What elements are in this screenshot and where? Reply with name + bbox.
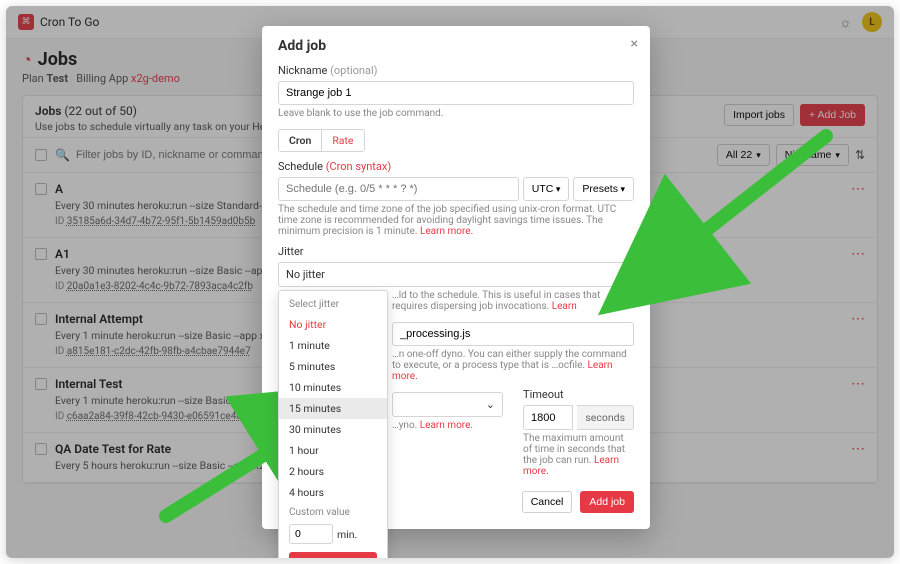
cancel-button[interactable]: Cancel [522,491,573,513]
tab-cron[interactable]: Cron [279,130,321,151]
tab-rate[interactable]: Rate [321,130,363,151]
nickname-input[interactable] [278,81,634,105]
schedule-label: Schedule (Cron syntax) [278,160,634,173]
nickname-label: Nickname (optional) [278,64,634,77]
learn-more-link[interactable]: Learn more. [420,420,473,431]
timeout-unit: seconds [577,405,634,430]
jitter-option[interactable]: No jitter [279,314,387,335]
modal-title: Add job [278,38,634,54]
schedule-input[interactable] [278,177,519,201]
close-icon[interactable]: × [631,36,638,52]
jitter-option[interactable]: 5 minutes [279,356,387,377]
nickname-hint: Leave blank to use the job command. [278,108,634,119]
jitter-dropdown-header: Select jitter [279,297,387,314]
learn-more-link[interactable]: Learn more. [420,226,473,237]
presets-button[interactable]: Presets [573,177,634,201]
jitter-option[interactable]: 2 hours [279,461,387,482]
submit-add-job-button[interactable]: Add job [580,491,634,513]
cron-syntax-link[interactable]: (Cron syntax) [326,160,391,173]
timeout-input[interactable] [523,405,573,430]
jitter-apply-button[interactable]: Apply [289,552,377,558]
learn-more-link[interactable]: Learn [552,301,577,312]
jitter-select[interactable]: No jitter⌄ [278,262,634,287]
jitter-custom-label: Custom value [279,503,387,522]
schedule-hint: The schedule and time zone of the job sp… [278,204,634,237]
jitter-option[interactable]: 4 hours [279,482,387,503]
timeout-hint: The maximum amount of time in seconds th… [523,433,634,477]
jitter-custom-input[interactable] [289,524,333,544]
jitter-label: Jitter [278,245,634,258]
add-job-modal: × Add job Nickname (optional) Leave blan… [262,26,650,529]
timeout-label: Timeout [523,388,634,401]
schedule-type-tabs: Cron Rate [278,129,365,152]
jitter-option[interactable]: 1 minute [279,335,387,356]
jitter-option[interactable]: 15 minutes [279,398,387,419]
jitter-option[interactable]: 1 hour [279,440,387,461]
dyno-hint: …yno. Learn more. [392,420,503,431]
chevron-down-icon: ⌄ [486,398,495,411]
jitter-option[interactable]: 10 minutes [279,377,387,398]
jitter-option[interactable]: 30 minutes [279,419,387,440]
timezone-button[interactable]: UTC [523,177,570,201]
command-input[interactable] [392,322,634,346]
jitter-custom-unit: min. [337,528,357,541]
jitter-hint: …ld to the schedule. This is useful in c… [392,290,634,312]
jitter-dropdown: Select jitter No jitter1 minute5 minutes… [278,290,388,558]
dyno-select[interactable]: ⌄ [392,392,503,417]
chevron-down-icon: ⌄ [617,268,626,281]
command-hint: …n one-off dyno. You can either supply t… [392,349,634,382]
